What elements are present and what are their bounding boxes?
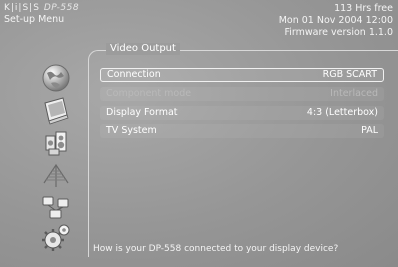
setting-value: Interlaced: [330, 88, 378, 99]
setting-value: 4:3 (Letterbox): [306, 107, 378, 118]
gears-icon[interactable]: [41, 222, 71, 252]
setting-row-display-format[interactable]: Display Format 4:3 (Letterbox): [100, 106, 384, 120]
setting-label: TV System: [106, 125, 157, 136]
model-name: DP-558: [43, 3, 80, 13]
setting-value: PAL: [361, 125, 378, 136]
display-screen-icon[interactable]: [41, 95, 71, 125]
setting-value: RGB SCART: [322, 69, 377, 80]
setting-label: Display Format: [106, 107, 178, 118]
page-title: Set-up Menu: [4, 14, 65, 25]
setting-label: Component mode: [106, 88, 192, 99]
logo-text: K|i|S|S: [4, 3, 40, 13]
antenna-icon[interactable]: [41, 159, 71, 189]
brand-header: K|i|S|S DP-558 Set-up Menu: [4, 3, 79, 26]
globe-icon[interactable]: [41, 63, 71, 93]
help-text: How is your DP-558 connected to your dis…: [93, 244, 339, 254]
firmware-text: Firmware version 1.1.0: [284, 27, 393, 38]
kiss-logo: K|i|S|S DP-558: [4, 3, 79, 14]
panel-title: Video Output: [106, 43, 180, 55]
datetime-text: Mon 01 Nov 2004 12:00: [278, 15, 393, 26]
setting-row-component-mode: Component mode Interlaced: [100, 87, 384, 101]
hdd-free-text: 113 Hrs free: [334, 3, 393, 14]
setting-label: Connection: [107, 69, 161, 80]
status-area: 113 Hrs free Mon 01 Nov 2004 12:00 Firmw…: [279, 3, 393, 39]
network-icon[interactable]: [41, 191, 71, 221]
setting-row-connection[interactable]: Connection RGB SCART: [100, 68, 384, 82]
setup-screen: K|i|S|S DP-558 Set-up Menu 113 Hrs free …: [0, 0, 398, 267]
setting-row-tv-system[interactable]: TV System PAL: [100, 124, 384, 138]
audio-speakers-icon[interactable]: [41, 127, 71, 157]
